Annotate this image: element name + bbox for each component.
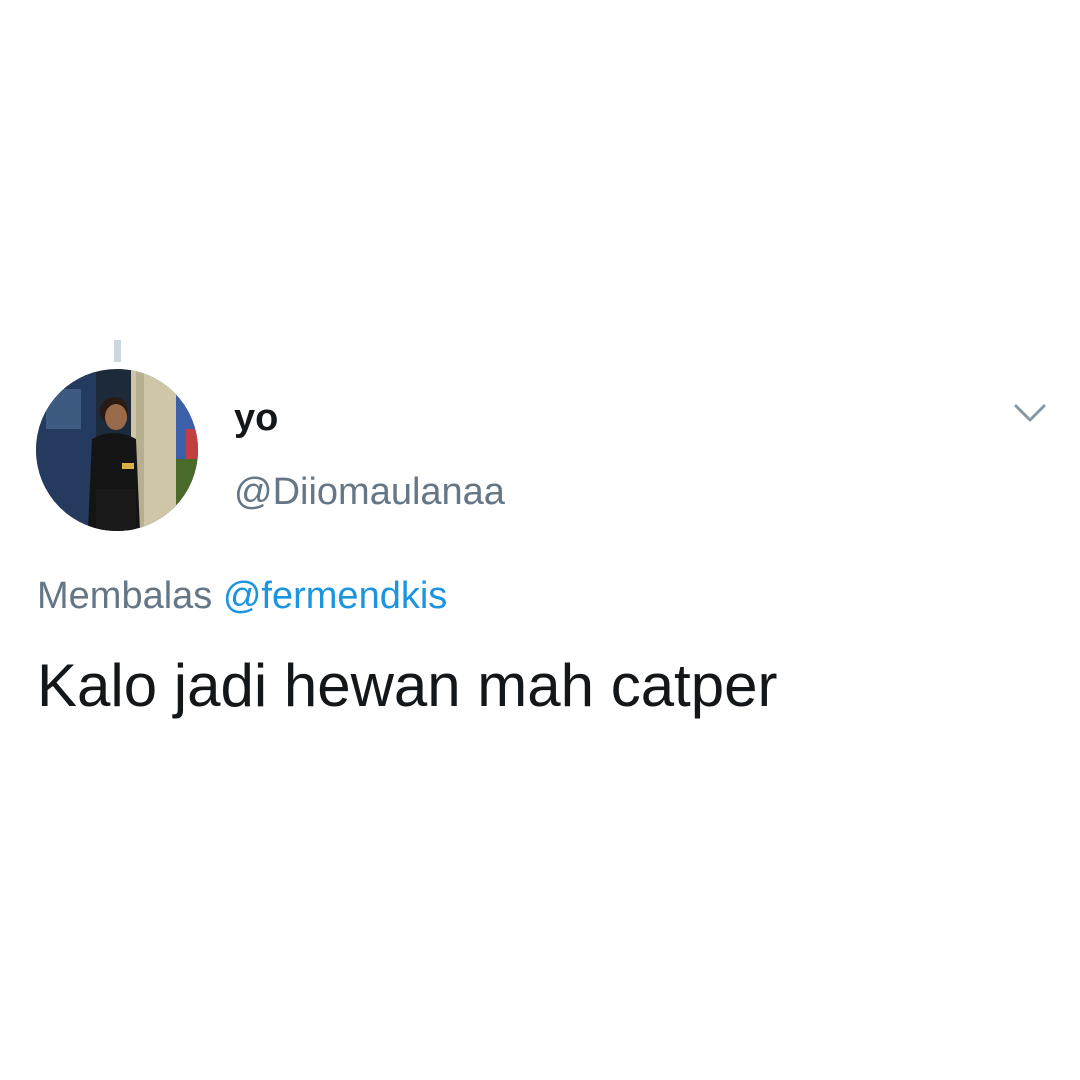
tweet: yo @Diiomaulanaa Membalas @fermendkis Ka…	[0, 0, 1080, 1080]
display-name[interactable]: yo	[234, 396, 278, 440]
avatar[interactable]	[36, 369, 198, 531]
reply-context: Membalas @fermendkis	[37, 573, 447, 619]
tweet-text: Kalo jadi hewan mah catper	[37, 652, 778, 719]
chevron-down-icon[interactable]	[1010, 398, 1050, 428]
reply-mention-link[interactable]: @fermendkis	[223, 575, 447, 617]
reply-prefix: Membalas	[37, 575, 213, 617]
user-handle[interactable]: @Diiomaulanaa	[234, 470, 505, 514]
avatar-photo	[36, 369, 198, 531]
thread-connector-line	[114, 340, 121, 362]
